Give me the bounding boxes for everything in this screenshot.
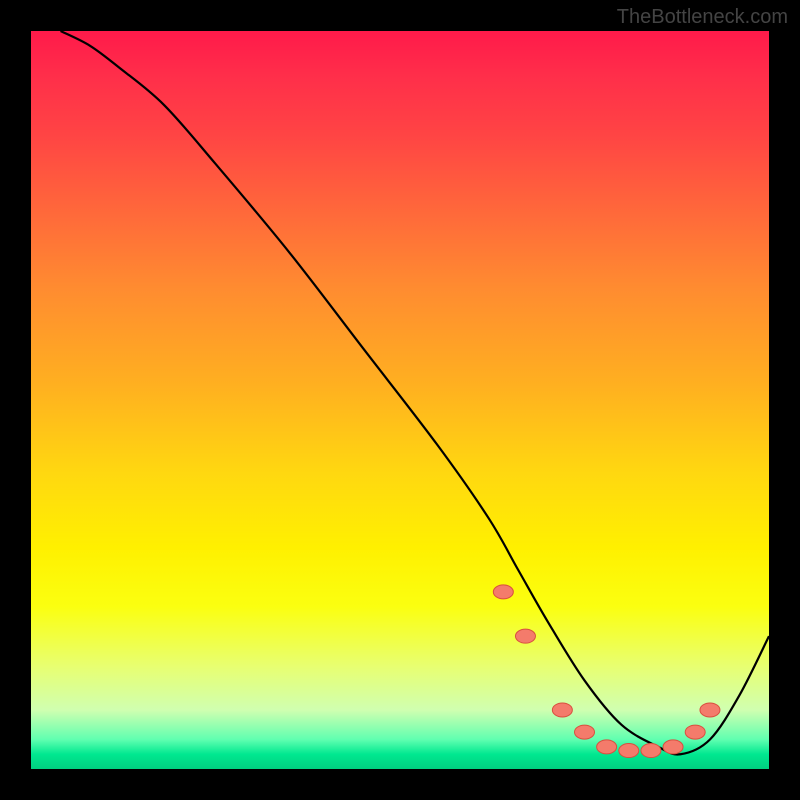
chart-markers [493, 585, 720, 758]
chart-curve [61, 31, 769, 754]
chart-plot-area [31, 31, 769, 769]
chart-marker [515, 629, 535, 643]
chart-marker [685, 725, 705, 739]
chart-marker [619, 744, 639, 758]
chart-marker [552, 703, 572, 717]
chart-marker [493, 585, 513, 599]
chart-marker [641, 744, 661, 758]
watermark-text: TheBottleneck.com [617, 6, 788, 29]
chart-marker [700, 703, 720, 717]
chart-svg [31, 31, 769, 769]
chart-marker [575, 725, 595, 739]
chart-marker [597, 740, 617, 754]
chart-marker [663, 740, 683, 754]
